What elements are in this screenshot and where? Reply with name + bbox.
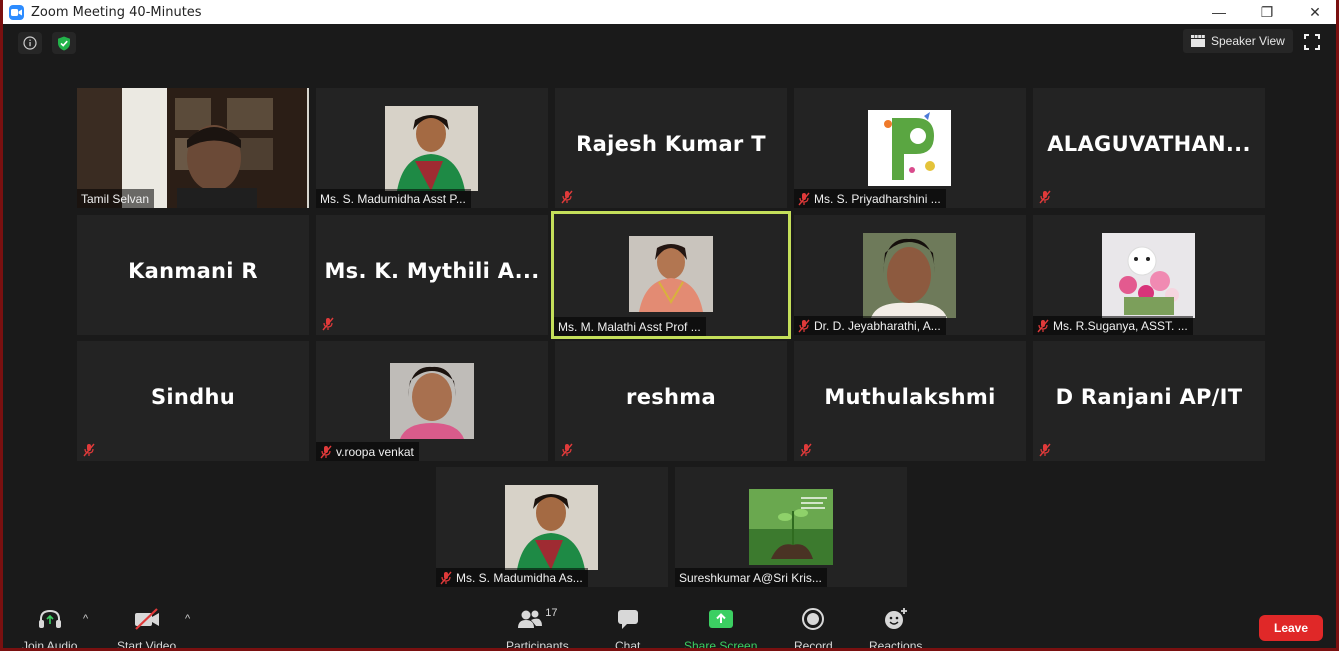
leave-button[interactable]: Leave (1259, 615, 1323, 641)
participant-tile-ranjani[interactable]: D Ranjani AP/IT (1033, 341, 1265, 461)
participant-tile-sindhu[interactable]: Sindhu (77, 341, 309, 461)
participant-photo (385, 106, 478, 191)
muted-mic-icon (1039, 190, 1051, 204)
start-video-label: Start Video (117, 639, 177, 651)
muted-mic-icon (83, 443, 95, 457)
muted-mic-icon (561, 190, 573, 204)
participant-tile-muthulakshmi[interactable]: Muthulakshmi (794, 341, 1026, 461)
participant-photo (505, 485, 598, 570)
participant-tile-madumidha[interactable]: Ms. S. Madumidha Asst P... (316, 88, 548, 208)
video-off-icon (134, 608, 159, 630)
participant-name-label: Dr. D. Jeyabharathi, A... (794, 316, 946, 335)
participant-tile-jeyabharathi[interactable]: Dr. D. Jeyabharathi, A... (794, 215, 1026, 335)
participants-icon (518, 610, 543, 628)
fullscreen-button[interactable] (1302, 32, 1322, 52)
participant-name-label: Ms. M. Malathi Asst Prof ... (554, 317, 706, 336)
participants-button[interactable]: 17 Participants (506, 607, 569, 651)
participant-tile-sureshkumar[interactable]: Sureshkumar A@Sri Kris... (675, 467, 907, 587)
participant-photo (749, 489, 833, 565)
participant-display-name: Ms. K. Mythili A... (324, 259, 540, 283)
share-screen-label: Share Screen (684, 639, 758, 651)
participant-name-label: Tamil Selvan (77, 189, 155, 208)
participant-photo (868, 110, 951, 186)
reactions-button[interactable]: Reactions (869, 607, 922, 651)
record-label: Record (794, 639, 833, 651)
meeting-toolbar: Join Audio ^ Start Video ^ 17 Participan… (6, 601, 1333, 651)
meeting-stage: Speaker View Tamil Selvan Ms. S. Madumid… (6, 24, 1333, 651)
muted-mic-icon (561, 443, 573, 457)
participant-name-label: v.roopa venkat (316, 442, 419, 461)
join-audio-label: Join Audio (22, 639, 78, 651)
close-button[interactable]: ✕ (1291, 0, 1339, 24)
encryption-button[interactable] (52, 32, 76, 54)
minimize-button[interactable]: — (1195, 0, 1243, 24)
info-icon (23, 36, 37, 50)
audio-options-caret[interactable]: ^ (83, 613, 88, 625)
participant-display-name: Kanmani R (128, 259, 258, 283)
chat-label: Chat (615, 639, 641, 651)
participant-photo (1102, 233, 1195, 318)
join-audio-button[interactable]: Join Audio (22, 607, 77, 651)
participant-tile-roopa[interactable]: v.roopa venkat (316, 341, 548, 461)
muted-mic-icon (1039, 443, 1051, 457)
participant-display-name: D Ranjani AP/IT (1055, 385, 1243, 409)
shield-check-icon (58, 36, 70, 50)
chat-icon (617, 610, 638, 629)
participant-name-label: Ms. R.Suganya, ASST. ... (1033, 316, 1193, 335)
participant-display-name: Sindhu (150, 385, 235, 409)
participant-tile-kanmani[interactable]: Kanmani R (77, 215, 309, 335)
participant-display-name: ALAGUVATHAN... (1047, 132, 1251, 156)
muted-mic-icon (322, 317, 334, 331)
zoom-app-icon (9, 4, 24, 20)
chat-button[interactable]: Chat (615, 607, 640, 651)
participant-display-name: Rajesh Kumar T (576, 132, 766, 156)
participants-label: Participants (506, 639, 569, 651)
muted-mic-icon (798, 319, 810, 332)
participant-tile-tamil-selvan[interactable]: Tamil Selvan (77, 88, 309, 208)
participant-photo (629, 236, 713, 312)
participant-tile-mythili[interactable]: Ms. K. Mythili A... (316, 215, 548, 335)
participant-name-label: Ms. S. Madumidha As... (436, 568, 588, 587)
video-options-caret[interactable]: ^ (185, 613, 190, 625)
participant-photo (390, 363, 474, 439)
fullscreen-icon (1304, 34, 1320, 50)
window-title: Zoom Meeting 40-Minutes (31, 4, 202, 20)
participant-tile-malathi[interactable]: Ms. M. Malathi Asst Prof ... (551, 211, 791, 339)
speaker-view-icon (1191, 35, 1205, 47)
muted-mic-icon (1037, 319, 1049, 332)
participant-name-label: Ms. S. Madumidha Asst P... (316, 189, 471, 208)
muted-mic-icon (440, 571, 452, 584)
share-screen-button[interactable]: Share Screen (684, 607, 757, 651)
participant-tile-madumidha-2[interactable]: Ms. S. Madumidha As... (436, 467, 668, 587)
speaker-view-button[interactable]: Speaker View (1183, 29, 1293, 53)
title-bar: Zoom Meeting 40-Minutes — ❐ ✕ (0, 0, 1339, 24)
smiley-plus-icon (884, 608, 907, 629)
muted-mic-icon (800, 443, 812, 457)
speaker-view-label: Speaker View (1211, 34, 1285, 48)
restore-button[interactable]: ❐ (1243, 0, 1291, 24)
meeting-info-button[interactable] (18, 32, 42, 54)
participant-tile-suganya[interactable]: Ms. R.Suganya, ASST. ... (1033, 215, 1265, 335)
start-video-button[interactable]: Start Video (117, 607, 176, 651)
participant-tile-reshma[interactable]: reshma (555, 341, 787, 461)
participant-photo (863, 233, 956, 318)
record-icon (802, 608, 825, 630)
record-button[interactable]: Record (794, 607, 833, 651)
participant-name-label: Sureshkumar A@Sri Kris... (675, 568, 827, 587)
muted-mic-icon (320, 445, 332, 458)
participant-tile-rajesh-kumar[interactable]: Rajesh Kumar T (555, 88, 787, 208)
muted-mic-icon (798, 192, 810, 205)
reactions-label: Reactions (869, 639, 923, 651)
participant-tile-alaguvathan[interactable]: ALAGUVATHAN... (1033, 88, 1265, 208)
participant-tile-priyadharshini[interactable]: Ms. S. Priyadharshini ... (794, 88, 1026, 208)
participant-display-name: Muthulakshmi (824, 385, 996, 409)
participant-name-label: Ms. S. Priyadharshini ... (794, 189, 946, 208)
participant-display-name: reshma (626, 385, 716, 409)
participants-count: 17 (545, 607, 558, 619)
share-screen-icon (708, 610, 733, 628)
headphone-icon (38, 609, 61, 628)
